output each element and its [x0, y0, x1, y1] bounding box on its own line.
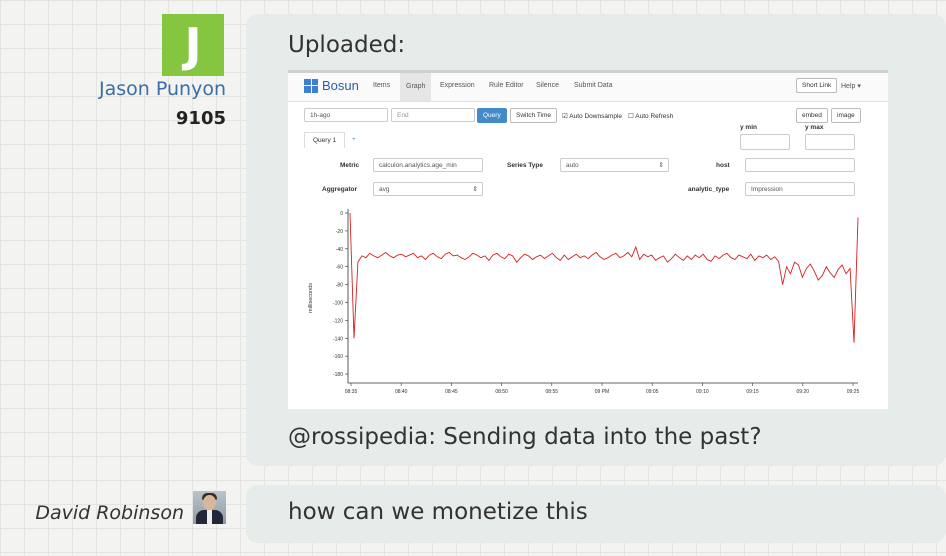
analytic-type-input: Impression — [745, 182, 855, 196]
x-tick-label: 09:15 — [746, 389, 759, 395]
y-tick-label: -40 — [336, 247, 343, 253]
y-tick-label: -60 — [336, 265, 343, 271]
start-input: 1h-ago — [304, 108, 388, 122]
avatar[interactable]: J — [162, 14, 224, 76]
y-tick-label: -100 — [333, 300, 343, 306]
tab-add: + — [352, 136, 356, 143]
y-tick-label: 0 — [340, 211, 343, 217]
x-tick-label: 09:20 — [797, 389, 810, 395]
nav-rule-editor: Rule Editor — [489, 82, 524, 89]
embed-button: embed — [796, 108, 828, 123]
series-type-select: auto ⇕ — [560, 158, 669, 172]
y-max-input — [805, 134, 855, 150]
y-tick-label: -180 — [333, 372, 343, 378]
uploaded-image[interactable]: Bosun Items Graph Expression Rule Editor… — [288, 70, 888, 409]
y-min-label: y min — [740, 124, 757, 131]
y-tick-label: -120 — [333, 318, 343, 324]
x-tick-label: 09 PM — [595, 389, 609, 395]
nav-expression: Expression — [440, 82, 475, 89]
avatar[interactable] — [193, 491, 226, 524]
series-type-value: auto — [566, 162, 579, 169]
analytic-type-label: analytic_type — [688, 186, 730, 193]
brand-label: Bosun — [322, 78, 359, 93]
x-tick-label: 08:35 — [345, 389, 358, 395]
switch-time-button: Switch Time — [510, 108, 558, 123]
end-input: End — [391, 108, 475, 122]
x-tick-label: 08:45 — [445, 389, 458, 395]
query-button: Query — [477, 108, 507, 123]
bosun-logo-icon — [304, 78, 318, 93]
metric-label: Metric — [340, 162, 360, 169]
select-arrow-icon: ⇕ — [658, 162, 664, 169]
x-tick-label: 09:25 — [847, 389, 860, 395]
y-tick-label: -80 — [336, 283, 343, 289]
short-link-button: Short Link — [796, 78, 838, 93]
nav-submit-data: Submit Data — [574, 82, 613, 89]
x-tick-label: 09:10 — [696, 389, 709, 395]
auto-downsample-label: Auto Downsample — [569, 113, 623, 120]
bosun-brand: Bosun — [304, 78, 359, 93]
message-bubble: Uploaded: Bosun Items Graph Expression R… — [246, 14, 946, 466]
y-tick-label: -20 — [336, 229, 343, 235]
message-text: how can we monetize this — [288, 499, 588, 525]
tab-query-1: Query 1 — [304, 132, 346, 148]
select-arrow-icon: ⇕ — [472, 186, 478, 193]
image-button: image — [831, 108, 861, 123]
x-tick-label: 08:40 — [395, 389, 408, 395]
nav-graph: Graph — [400, 73, 432, 101]
host-input — [745, 158, 855, 172]
series-type-label: Series Type — [507, 162, 544, 169]
y-axis-label: milliseconds — [308, 283, 314, 313]
avatar-shirt — [207, 510, 212, 524]
message-text: @rossipedia: Sending data into the past? — [288, 424, 762, 450]
y-min-input — [740, 134, 790, 150]
message-bubble: how can we monetize this — [246, 485, 946, 543]
auto-refresh-checkbox: ☐ Auto Refresh — [628, 113, 674, 120]
avatar-letter: J — [184, 18, 202, 72]
user-reputation: 9105 — [175, 108, 226, 129]
aggregator-select: avg ⇕ — [373, 182, 483, 196]
y-tick-label: -160 — [333, 354, 343, 360]
x-tick-label: 08:50 — [495, 389, 508, 395]
help-menu: Help ▾ — [841, 83, 861, 90]
y-tick-label: -140 — [333, 336, 343, 342]
aggregator-label: Aggregator — [322, 186, 358, 193]
username[interactable]: Jason Punyon — [99, 78, 226, 100]
auto-downsample-checkbox: ☑ Auto Downsample — [562, 113, 623, 120]
bosun-navbar: Bosun Items Graph Expression Rule Editor… — [288, 73, 888, 102]
message-text: Uploaded: — [288, 32, 406, 58]
avatar-face — [203, 495, 216, 510]
username[interactable]: David Robinson — [35, 502, 184, 524]
nav-silence: Silence — [536, 82, 559, 89]
metric-input: calculon.analytics.age_min — [373, 158, 483, 172]
series-line — [349, 212, 859, 343]
y-max-label: y max — [805, 124, 824, 131]
nav-items: Items — [373, 82, 391, 89]
x-tick-label: 09:05 — [646, 389, 659, 395]
auto-refresh-label: Auto Refresh — [635, 113, 674, 120]
host-label: host — [716, 162, 730, 169]
x-tick-label: 08:55 — [546, 389, 559, 395]
timeseries-chart: 0 -20 -40 -60 -80 -100 -120 -140 -160 -180 08:35 08… — [308, 209, 860, 395]
aggregator-value: avg — [379, 186, 390, 193]
